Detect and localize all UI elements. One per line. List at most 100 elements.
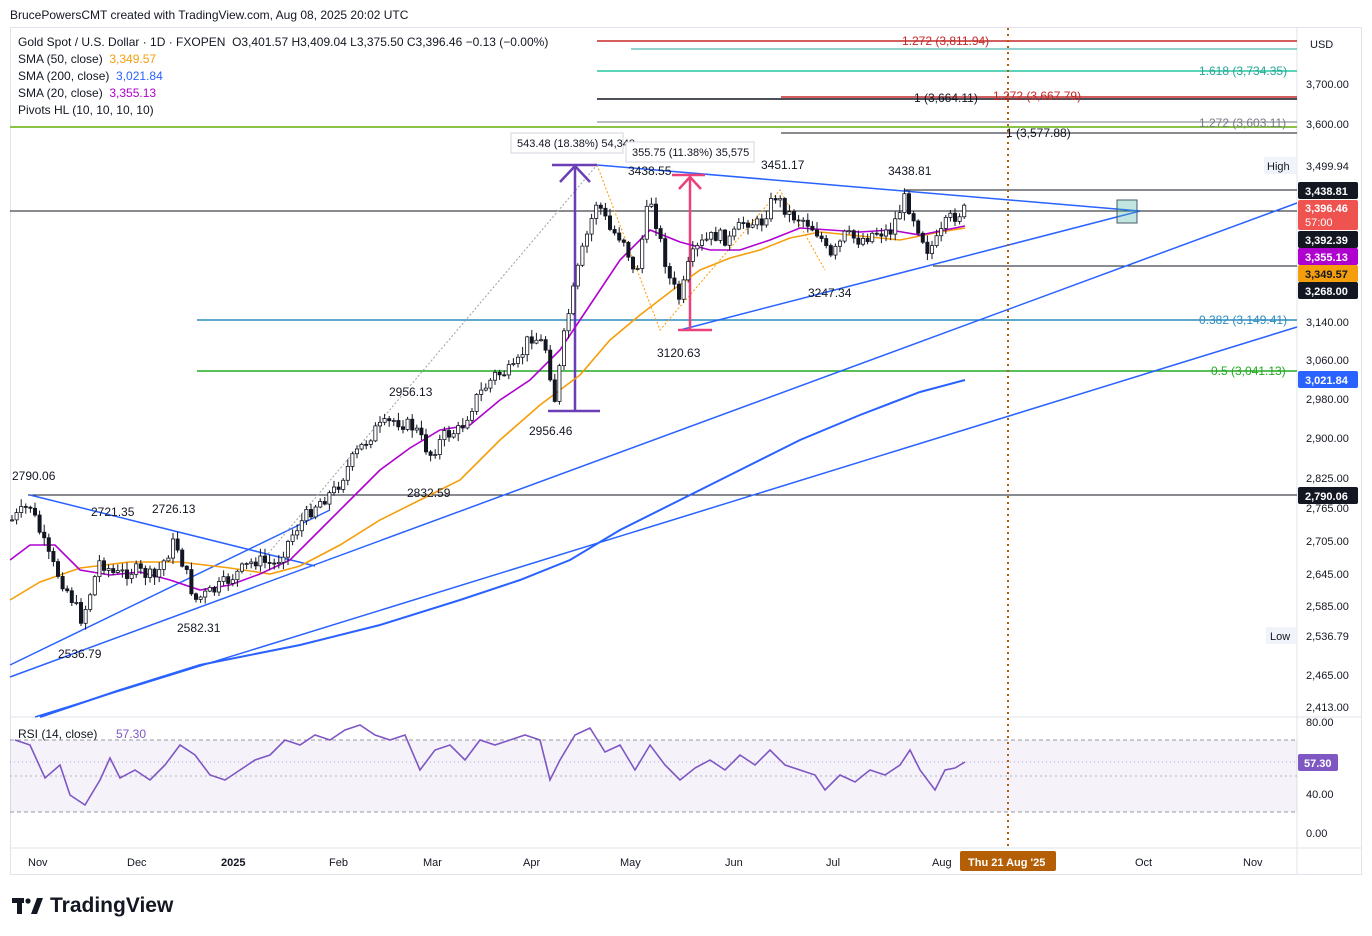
candle-body[interactable] bbox=[792, 211, 797, 221]
candle-body[interactable] bbox=[396, 420, 401, 428]
candle-body[interactable] bbox=[212, 587, 217, 593]
early-wedge-lower-line[interactable] bbox=[9, 509, 331, 666]
candle-body[interactable] bbox=[631, 256, 636, 270]
candle-body[interactable] bbox=[23, 506, 28, 508]
candle-body[interactable] bbox=[221, 576, 226, 582]
legend-indicator-row[interactable]: SMA (20, close) 3,355.13 bbox=[18, 85, 548, 102]
candle-body[interactable] bbox=[585, 233, 590, 247]
candle-body[interactable] bbox=[331, 486, 336, 494]
candle-body[interactable] bbox=[769, 198, 774, 220]
candle-body[interactable] bbox=[695, 244, 700, 250]
candle-body[interactable] bbox=[492, 371, 497, 381]
candle-body[interactable] bbox=[207, 587, 212, 592]
candle-body[interactable] bbox=[184, 565, 189, 570]
candle-body[interactable] bbox=[824, 238, 829, 246]
candle-body[interactable] bbox=[267, 562, 272, 564]
candle-body[interactable] bbox=[603, 207, 608, 217]
candle-body[interactable] bbox=[410, 418, 415, 431]
candle-body[interactable] bbox=[226, 576, 231, 584]
candle-body[interactable] bbox=[161, 560, 166, 570]
candle-body[interactable] bbox=[658, 228, 663, 240]
candle-body[interactable] bbox=[364, 443, 369, 446]
candle-body[interactable] bbox=[281, 556, 286, 563]
candle-body[interactable] bbox=[203, 590, 208, 598]
candle-body[interactable] bbox=[166, 557, 171, 562]
candle-body[interactable] bbox=[97, 560, 102, 578]
candle-body[interactable] bbox=[842, 230, 847, 242]
candle-body[interactable] bbox=[723, 229, 728, 246]
candle-body[interactable] bbox=[74, 602, 79, 604]
candle-body[interactable] bbox=[732, 228, 737, 237]
candle-body[interactable] bbox=[700, 239, 705, 246]
candle-body[interactable] bbox=[847, 230, 852, 233]
candle-body[interactable] bbox=[764, 218, 769, 226]
candle-body[interactable] bbox=[285, 541, 290, 558]
candle-body[interactable] bbox=[373, 425, 378, 442]
candle-body[interactable] bbox=[920, 232, 925, 243]
candle-body[interactable] bbox=[147, 568, 152, 578]
candle-body[interactable] bbox=[598, 204, 603, 209]
legend-indicator-row[interactable]: SMA (200, close) 3,021.84 bbox=[18, 68, 548, 85]
candle-body[interactable] bbox=[359, 443, 364, 450]
candle-body[interactable] bbox=[649, 203, 654, 207]
candle-body[interactable] bbox=[479, 389, 484, 395]
candle-body[interactable] bbox=[488, 379, 493, 389]
candle-body[interactable] bbox=[704, 238, 709, 241]
candle-body[interactable] bbox=[170, 538, 175, 559]
candle-body[interactable] bbox=[750, 224, 755, 228]
candle-body[interactable] bbox=[566, 313, 571, 332]
candle-body[interactable] bbox=[272, 562, 277, 565]
candle-body[interactable] bbox=[46, 537, 51, 552]
candle-body[interactable] bbox=[746, 222, 751, 228]
candle-body[interactable] bbox=[483, 387, 488, 391]
candle-body[interactable] bbox=[469, 411, 474, 421]
candle-body[interactable] bbox=[102, 560, 107, 571]
candle-body[interactable] bbox=[608, 215, 613, 230]
candle-body[interactable] bbox=[120, 569, 125, 572]
candle-body[interactable] bbox=[939, 228, 944, 237]
candle-body[interactable] bbox=[778, 198, 783, 201]
candle-body[interactable] bbox=[856, 237, 861, 245]
candle-body[interactable] bbox=[189, 569, 194, 595]
candle-body[interactable] bbox=[368, 440, 373, 445]
candle-body[interactable] bbox=[437, 439, 442, 455]
candle-body[interactable] bbox=[354, 448, 359, 455]
candle-body[interactable] bbox=[419, 427, 424, 436]
candle-body[interactable] bbox=[718, 229, 723, 241]
candle-body[interactable] bbox=[677, 283, 682, 300]
candle-body[interactable] bbox=[888, 229, 893, 235]
candle-body[interactable] bbox=[911, 213, 916, 222]
tradingview-logo[interactable]: TradingView bbox=[12, 894, 173, 918]
candle-body[interactable] bbox=[239, 563, 244, 572]
candle-body[interactable] bbox=[787, 211, 792, 215]
candle-body[interactable] bbox=[125, 569, 130, 579]
candle-body[interactable] bbox=[727, 235, 732, 246]
candle-body[interactable] bbox=[180, 549, 185, 567]
candle-body[interactable] bbox=[9, 519, 14, 522]
candle-body[interactable] bbox=[391, 420, 396, 422]
candle-body[interactable] bbox=[557, 365, 562, 402]
candle-body[interactable] bbox=[327, 492, 332, 505]
candle-body[interactable] bbox=[506, 364, 511, 376]
candle-body[interactable] bbox=[235, 570, 240, 581]
candle-body[interactable] bbox=[962, 204, 967, 218]
candle-body[interactable] bbox=[88, 594, 93, 610]
candle-body[interactable] bbox=[796, 219, 801, 222]
candle-body[interactable] bbox=[216, 581, 221, 593]
candle-body[interactable] bbox=[276, 561, 281, 565]
candle-body[interactable] bbox=[534, 339, 539, 344]
candle-body[interactable] bbox=[28, 506, 33, 509]
candle-body[interactable] bbox=[446, 430, 451, 438]
candle-body[interactable] bbox=[134, 563, 139, 575]
candle-body[interactable] bbox=[253, 561, 258, 567]
candle-body[interactable] bbox=[953, 212, 958, 222]
candle-body[interactable] bbox=[571, 285, 576, 315]
candle-body[interactable] bbox=[56, 561, 61, 577]
candle-body[interactable] bbox=[736, 222, 741, 230]
candle-body[interactable] bbox=[626, 241, 631, 258]
candle-body[interactable] bbox=[111, 568, 116, 573]
candle-body[interactable] bbox=[465, 419, 470, 429]
candle-body[interactable] bbox=[387, 418, 392, 422]
candle-body[interactable] bbox=[51, 550, 56, 562]
candle-body[interactable] bbox=[304, 509, 309, 522]
